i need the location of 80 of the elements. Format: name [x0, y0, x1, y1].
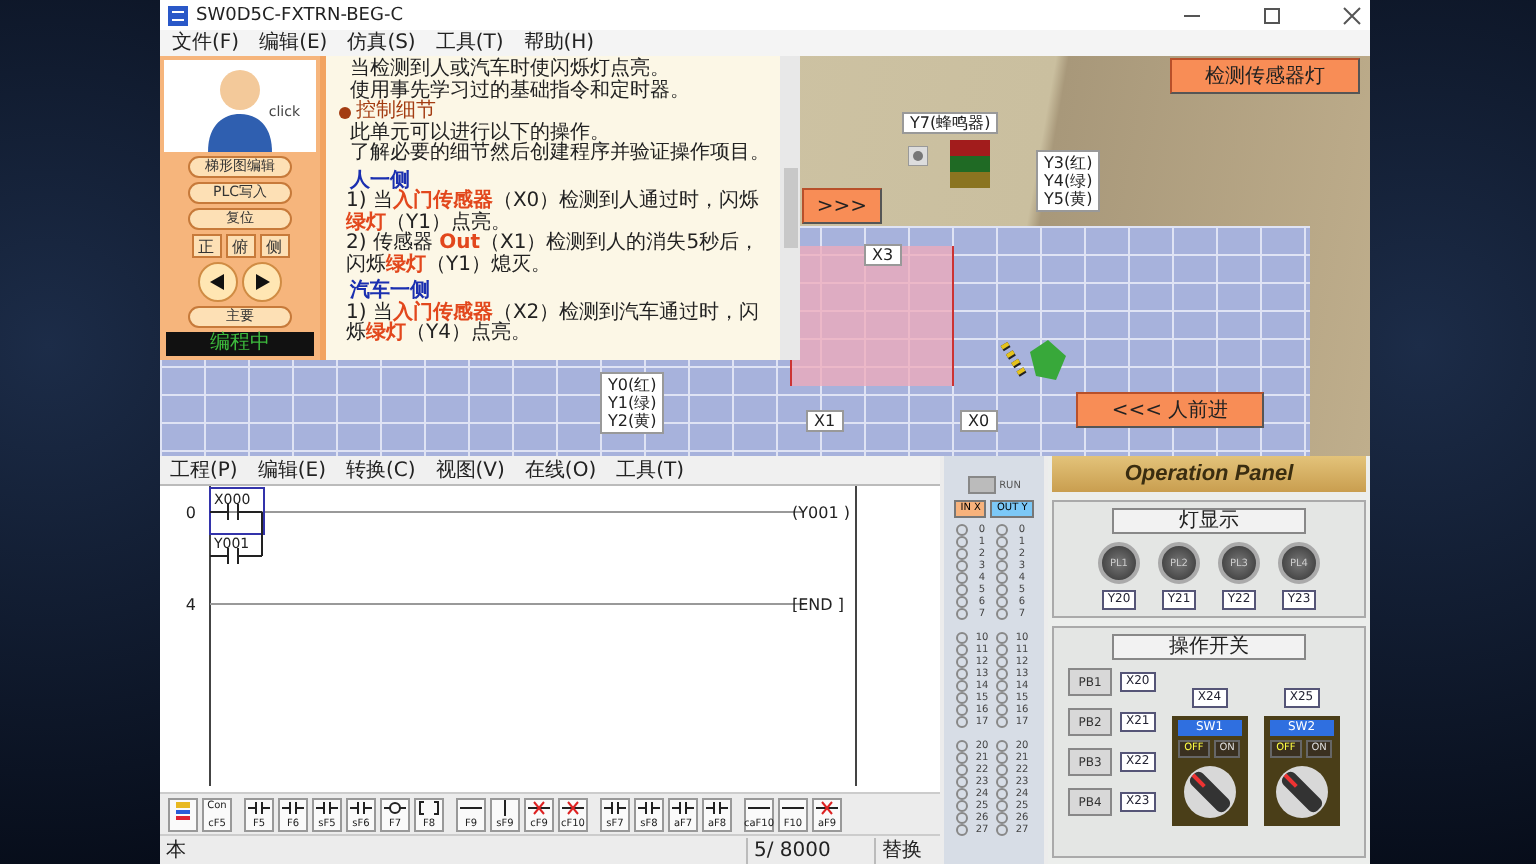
app-icon — [168, 5, 188, 25]
label-line: Y4(绿) — [1044, 172, 1093, 190]
label-line: Y1(绿) — [608, 394, 657, 412]
contact-symbol — [209, 547, 263, 565]
view-button[interactable]: 正 — [191, 234, 221, 258]
section-title: 汽车一侧 — [348, 282, 430, 302]
label-line: Y0(红) — [608, 376, 657, 394]
instruction-text: 此单元可以进行以下的操作。 — [348, 123, 611, 143]
contact-symbol — [209, 503, 263, 521]
instruction-text: 2) 传感器 Out（X1）检测到人的消失5秒后，闪烁绿灯（Y1）熄灭。 — [344, 234, 762, 276]
sensor-lamp-button[interactable]: 检测传感器灯 — [1170, 58, 1360, 94]
instruction-text: 1) 当入门传感器（X2）检测到汽车通过时，闪烁绿灯（Y4）点亮。 — [344, 303, 762, 345]
next-button[interactable] — [242, 262, 282, 302]
label-line: Y5(黄) — [1044, 190, 1093, 208]
window-title: SW0D5C-FXTRN-BEG-C — [196, 5, 405, 25]
step-count: 5/ 8000 — [746, 837, 874, 863]
menu-item[interactable]: 工程(P) — [170, 457, 238, 483]
section-title: 人一侧 — [349, 171, 410, 191]
contact-icon — [706, 799, 728, 815]
contact-icon — [672, 799, 694, 815]
status-text: 本 — [166, 837, 188, 863]
step-number: 4 — [185, 596, 196, 614]
delete-line-icon — [528, 799, 550, 815]
section-heading: 控制细节 — [356, 102, 436, 122]
person-forward-button[interactable]: <<< 人前进 — [1076, 392, 1264, 428]
panel-title: Operation Panel — [1052, 456, 1366, 492]
menu-item[interactable]: 在线(O) — [524, 457, 597, 483]
ladder-tool-icon — [172, 799, 194, 821]
forward-button[interactable]: >>> — [802, 188, 882, 224]
maximize-icon[interactable] — [1262, 5, 1282, 25]
run-indicator — [967, 476, 996, 494]
vehicle-drawing — [1000, 336, 1070, 386]
group-title: 操作开关 — [1112, 634, 1306, 660]
menu-item[interactable]: 编辑(E) — [257, 457, 326, 483]
toolbar-button[interactable] — [168, 797, 198, 831]
delete-line-icon — [816, 799, 838, 815]
output-instruction: [END ] — [792, 596, 844, 614]
buzzer-label: Y7(蜂鸣器) — [902, 112, 999, 134]
scrollbar[interactable] — [780, 56, 800, 360]
contact-icon — [248, 799, 270, 815]
view-button[interactable]: 俯 — [225, 234, 255, 258]
previous-button[interactable] — [198, 262, 238, 302]
view-button[interactable]: 侧 — [259, 234, 289, 258]
tower-light-drawing — [950, 140, 990, 188]
sensor-label: X1 — [806, 410, 844, 432]
edit-mode: 替换 — [874, 837, 934, 863]
contact-icon — [350, 799, 372, 815]
menu-item[interactable]: 工具(T) — [435, 30, 504, 56]
instruction-text: 当检测到人或汽车时使闪烁灯点亮。 — [348, 60, 672, 80]
menu-item[interactable]: 文件(F) — [172, 30, 240, 56]
instruction-icon — [418, 799, 440, 815]
step-number: 0 — [185, 504, 196, 522]
right-arrow-icon — [254, 274, 270, 290]
sensor-label: X0 — [960, 410, 998, 432]
menu-item[interactable]: 编辑(E) — [259, 30, 328, 56]
menu-item[interactable]: 工具(T) — [616, 457, 685, 483]
buzzer-icon — [908, 146, 928, 166]
bullet-icon — [338, 105, 352, 120]
contact-icon — [282, 799, 304, 815]
status-display: 编程中 — [166, 332, 314, 356]
menu-item[interactable]: 转换(C) — [345, 457, 416, 483]
delete-line-icon — [562, 799, 584, 815]
instruction-text: 1) 当入门传感器（X0）检测到人通过时，闪烁绿灯（Y1）点亮。 — [344, 192, 762, 233]
label-line: Y3(红) — [1044, 154, 1093, 172]
close-icon[interactable] — [1342, 5, 1362, 25]
group-title: 灯显示 — [1112, 508, 1306, 534]
contact-icon — [638, 799, 660, 815]
contact-icon — [604, 799, 626, 815]
instruction-text: 了解必要的细节然后创建程序并验证操作项目。 — [348, 144, 772, 165]
menu-item[interactable]: 仿真(S) — [347, 30, 416, 56]
left-arrow-icon — [210, 274, 226, 290]
branch-line — [261, 511, 263, 557]
instruction-text: 使用事先学习过的基础指令和定时器。 — [348, 81, 692, 101]
menu-item[interactable]: 视图(V) — [435, 457, 505, 483]
output-instruction: (Y001 ) — [792, 504, 850, 522]
coil-icon — [384, 799, 406, 815]
contact-icon — [316, 799, 338, 815]
sensor-label: X3 — [864, 244, 902, 266]
label-line: Y2(黄) — [608, 412, 657, 430]
menu-item[interactable]: 帮助(H) — [523, 30, 595, 56]
